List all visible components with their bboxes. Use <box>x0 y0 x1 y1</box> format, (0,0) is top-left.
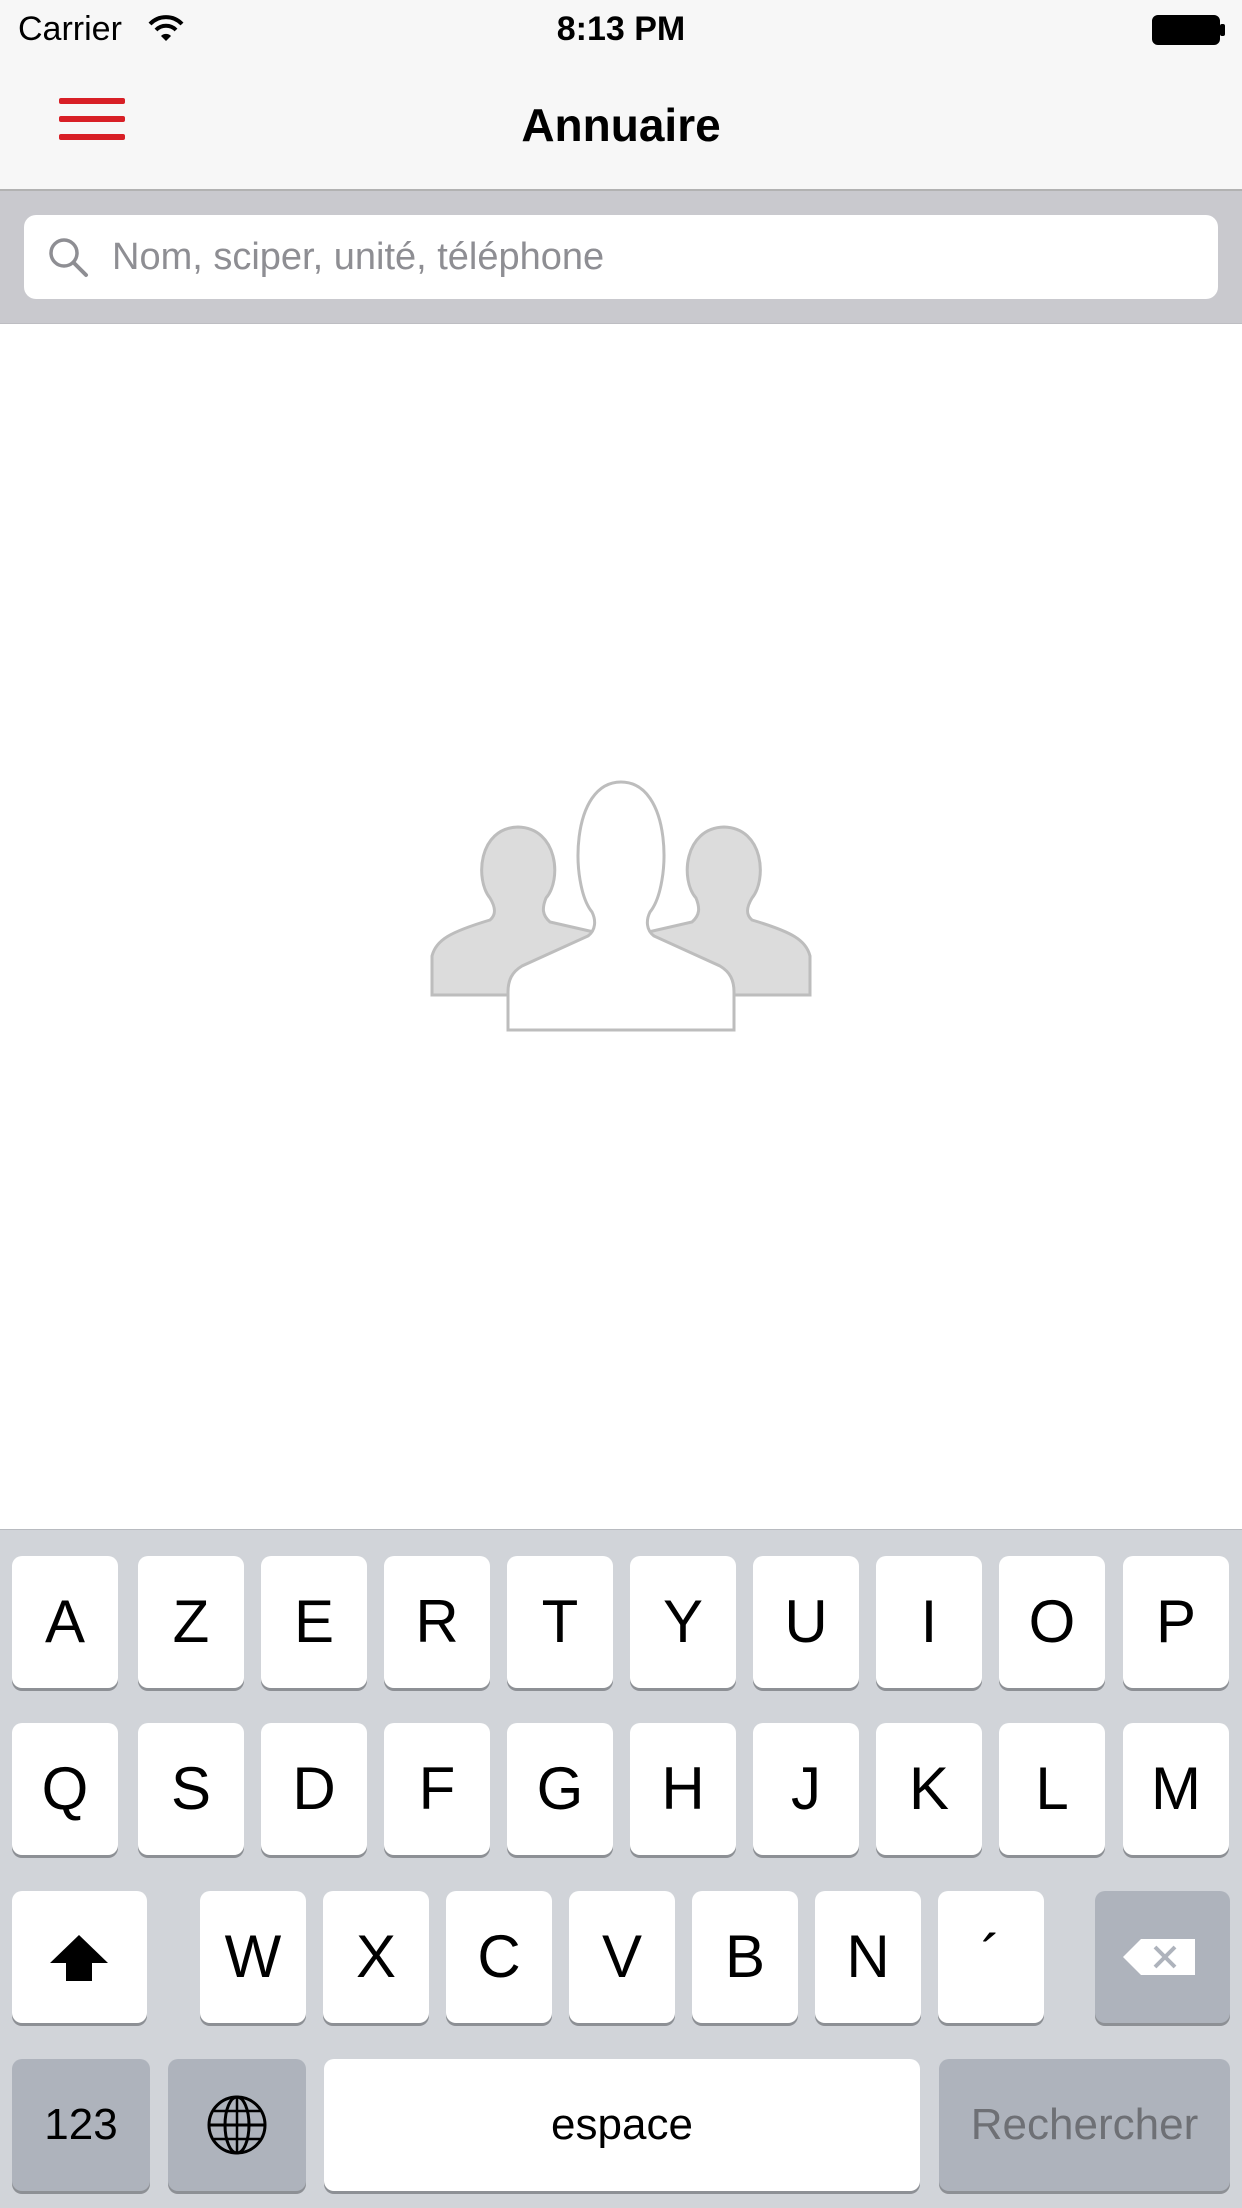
key-x[interactable]: X <box>323 1891 429 2023</box>
keyboard: A Z E R T Y U I O P Q S D F G H J K L M … <box>0 1529 1242 2208</box>
key-t[interactable]: T <box>507 1556 613 1688</box>
search-field[interactable] <box>24 215 1218 299</box>
key-s[interactable]: S <box>138 1723 244 1855</box>
key-c[interactable]: C <box>446 1891 552 2023</box>
key-w[interactable]: W <box>200 1891 306 2023</box>
key-v[interactable]: V <box>569 1891 675 2023</box>
key-g[interactable]: G <box>507 1723 613 1855</box>
key-h[interactable]: H <box>630 1723 736 1855</box>
key-z[interactable]: Z <box>138 1556 244 1688</box>
backspace-icon <box>1123 1939 1195 1975</box>
key-k[interactable]: K <box>876 1723 982 1855</box>
key-d[interactable]: D <box>261 1723 367 1855</box>
shift-key[interactable] <box>12 1891 147 2023</box>
space-key[interactable]: espace <box>324 2059 920 2191</box>
search-icon <box>46 235 90 284</box>
key-p[interactable]: P <box>1123 1556 1229 1688</box>
key-m[interactable]: M <box>1123 1723 1229 1855</box>
key-j[interactable]: J <box>753 1723 859 1855</box>
key-b[interactable]: B <box>692 1891 798 2023</box>
numbers-key[interactable]: 123 <box>12 2059 150 2191</box>
key-a[interactable]: A <box>12 1556 118 1688</box>
search-input[interactable] <box>110 223 1204 291</box>
globe-key[interactable] <box>168 2059 306 2191</box>
key-q[interactable]: Q <box>12 1723 118 1855</box>
people-group-icon <box>430 780 812 1032</box>
battery-icon <box>1152 15 1226 56</box>
status-bar: Carrier 8:13 PM <box>0 0 1242 60</box>
key-acute-accent[interactable]: ´ <box>938 1891 1044 2023</box>
key-r[interactable]: R <box>384 1556 490 1688</box>
delete-key[interactable] <box>1095 1891 1230 2023</box>
search-bar <box>0 191 1242 324</box>
key-y[interactable]: Y <box>630 1556 736 1688</box>
key-e[interactable]: E <box>261 1556 367 1688</box>
key-n[interactable]: N <box>815 1891 921 2023</box>
key-u[interactable]: U <box>753 1556 859 1688</box>
clock: 8:13 PM <box>556 10 686 48</box>
key-i[interactable]: I <box>876 1556 982 1688</box>
globe-icon <box>207 2095 267 2155</box>
shift-arrow-icon <box>50 1935 108 1981</box>
key-l[interactable]: L <box>999 1723 1105 1855</box>
navigation-bar: Annuaire <box>0 60 1242 191</box>
search-key[interactable]: Rechercher <box>939 2059 1230 2191</box>
key-o[interactable]: O <box>999 1556 1105 1688</box>
key-f[interactable]: F <box>384 1723 490 1855</box>
page-title: Annuaire <box>521 99 721 151</box>
